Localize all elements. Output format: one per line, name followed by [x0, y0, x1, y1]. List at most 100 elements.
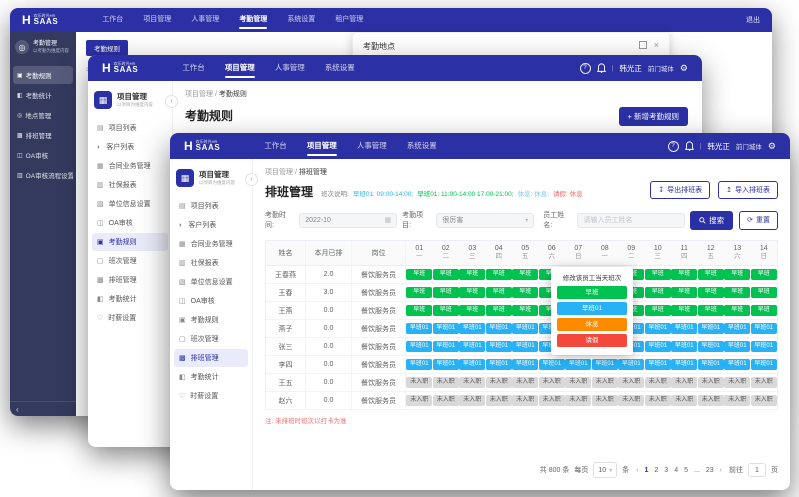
- add-attendance-rule-button[interactable]: + 新增考勤规则: [619, 107, 688, 126]
- shift-badge[interactable]: 早班01: [433, 359, 459, 370]
- nav-item-0[interactable]: 工作台: [254, 133, 297, 159]
- sidebar-item-3[interactable]: ▩排班管理: [13, 126, 73, 144]
- per-page-select[interactable]: 10 ▾: [593, 462, 617, 478]
- nav-item-5[interactable]: 租户管理: [325, 8, 373, 32]
- shift-badge[interactable]: 未入职: [565, 377, 591, 388]
- shift-badge[interactable]: 早班01: [433, 341, 459, 352]
- breadcrumb-parent[interactable]: 项目管理: [185, 91, 213, 98]
- sidebar-item-1[interactable]: ◐客户列表: [174, 216, 248, 234]
- shift-badge[interactable]: 早班: [724, 305, 750, 316]
- shift-badge[interactable]: 早班01: [645, 323, 671, 334]
- sidebar-item-4[interactable]: ◫OA审核: [13, 146, 73, 164]
- shift-badge[interactable]: 未入职: [618, 395, 644, 406]
- import-schedule-button[interactable]: ↥ 导入排班表: [718, 181, 778, 199]
- shift-badge[interactable]: 早班: [751, 287, 777, 298]
- sidebar-item-5[interactable]: ◫OA审核: [92, 214, 168, 232]
- sidebar-item-3[interactable]: ▥社保报表: [174, 254, 248, 272]
- shift-badge[interactable]: 未入职: [645, 395, 671, 406]
- shift-badge[interactable]: 早班: [512, 287, 538, 298]
- shift-badge[interactable]: 早班: [486, 287, 512, 298]
- sidebar-item-5[interactable]: ◫OA审核: [174, 292, 248, 310]
- shift-badge[interactable]: 早班: [512, 269, 538, 280]
- shift-option-red[interactable]: 请假: [557, 334, 627, 347]
- shift-badge[interactable]: 早班: [433, 287, 459, 298]
- sidebar-item-4[interactable]: ▧单位信息设置: [92, 195, 168, 213]
- shift-badge[interactable]: 未入职: [618, 377, 644, 388]
- shift-badge[interactable]: 早班: [486, 305, 512, 316]
- shift-badge[interactable]: 早班: [751, 305, 777, 316]
- shift-badge[interactable]: 早班: [724, 287, 750, 298]
- shift-badge[interactable]: 未入职: [671, 395, 697, 406]
- shift-badge[interactable]: 早班: [671, 287, 697, 298]
- sidebar-item-1[interactable]: ◧考勤统计: [13, 86, 73, 104]
- shift-badge[interactable]: 早班01: [512, 341, 538, 352]
- shift-badge[interactable]: 早班01: [751, 341, 777, 352]
- sidebar-item-8[interactable]: ▩排班管理: [174, 349, 248, 367]
- next-page-button[interactable]: ›: [718, 467, 724, 474]
- shift-badge[interactable]: 早班01: [486, 323, 512, 334]
- export-schedule-button[interactable]: ↧ 导出排班表: [650, 181, 710, 199]
- logout-link[interactable]: 退出: [746, 15, 760, 25]
- shift-badge[interactable]: 未入职: [698, 377, 724, 388]
- shift-badge[interactable]: 早班: [406, 305, 432, 316]
- shift-badge[interactable]: 早班01: [459, 323, 485, 334]
- sidebar-item-7[interactable]: ▢班次管理: [174, 330, 248, 348]
- tab-attendance-rules[interactable]: 考勤规则: [86, 40, 128, 56]
- shift-badge[interactable]: 早班01: [433, 323, 459, 334]
- shift-badge[interactable]: 早班01: [671, 323, 697, 334]
- sidebar-item-9[interactable]: ◧考勤统计: [174, 368, 248, 386]
- page-number-5[interactable]: 5: [682, 467, 690, 474]
- shift-badge[interactable]: 早班: [671, 269, 697, 280]
- shift-badge[interactable]: 早班01: [698, 341, 724, 352]
- shift-badge[interactable]: 未入职: [406, 377, 432, 388]
- help-icon[interactable]: ?: [668, 141, 679, 152]
- shift-badge[interactable]: 早班: [724, 269, 750, 280]
- shift-badge[interactable]: 早班01: [406, 341, 432, 352]
- prev-page-button[interactable]: ‹: [634, 467, 640, 474]
- shift-badge[interactable]: 早班01: [724, 341, 750, 352]
- shift-badge[interactable]: 未入职: [565, 395, 591, 406]
- shift-badge[interactable]: 早班01: [486, 359, 512, 370]
- attendance-project-select[interactable]: 很厉害 ▾: [436, 213, 534, 228]
- shift-badge[interactable]: 早班01: [459, 341, 485, 352]
- shift-badge[interactable]: 未入职: [459, 377, 485, 388]
- shift-badge[interactable]: 早班: [645, 287, 671, 298]
- shift-badge[interactable]: 早班: [645, 305, 671, 316]
- shift-badge[interactable]: 未入职: [459, 395, 485, 406]
- goto-page-input[interactable]: [748, 463, 766, 477]
- nav-item-1[interactable]: 项目管理: [133, 8, 181, 32]
- shift-badge[interactable]: 未入职: [645, 377, 671, 388]
- sidebar-item-8[interactable]: ▩排班管理: [92, 271, 168, 289]
- reset-button[interactable]: ⟳ 重置: [739, 211, 778, 230]
- shift-badge[interactable]: 早班: [698, 269, 724, 280]
- nav-item-0[interactable]: 工作台: [172, 55, 215, 81]
- shift-option-blue[interactable]: 早班01: [557, 302, 627, 315]
- shift-badge[interactable]: 早班01: [645, 359, 671, 370]
- shift-badge[interactable]: 未入职: [671, 377, 697, 388]
- sidebar-item-0[interactable]: ▤项目列表: [174, 197, 248, 215]
- sidebar-item-0[interactable]: ▣考勤规则: [13, 66, 73, 84]
- shift-option-orange[interactable]: 休息: [557, 318, 627, 331]
- shift-badge[interactable]: 早班: [486, 269, 512, 280]
- shift-badge[interactable]: 早班: [406, 287, 432, 298]
- shift-badge[interactable]: 早班: [751, 269, 777, 280]
- shift-badge[interactable]: 早班01: [671, 359, 697, 370]
- nav-item-4[interactable]: 系统设置: [277, 8, 325, 32]
- shift-badge[interactable]: 未入职: [698, 395, 724, 406]
- shift-badge[interactable]: 早班01: [406, 359, 432, 370]
- nav-item-2[interactable]: 人事管理: [347, 133, 397, 159]
- gear-icon[interactable]: ⚙: [680, 64, 688, 73]
- sidebar-item-6[interactable]: ▣考勤规则: [92, 233, 168, 251]
- shift-badge[interactable]: 未入职: [486, 395, 512, 406]
- shift-badge[interactable]: 早班: [512, 305, 538, 316]
- shift-badge[interactable]: 未入职: [512, 395, 538, 406]
- sidebar-collapse-button[interactable]: ‹: [165, 95, 178, 108]
- shift-badge[interactable]: 早班: [459, 305, 485, 316]
- page-number-3[interactable]: 3: [662, 467, 670, 474]
- shift-badge[interactable]: 未入职: [406, 395, 432, 406]
- nav-item-3[interactable]: 系统设置: [315, 55, 365, 81]
- sidebar-item-2[interactable]: ◎地点管理: [13, 106, 73, 124]
- bell-icon[interactable]: [685, 141, 694, 151]
- sidebar-item-2[interactable]: ▦合同业务管理: [174, 235, 248, 253]
- shift-badge[interactable]: 未入职: [486, 377, 512, 388]
